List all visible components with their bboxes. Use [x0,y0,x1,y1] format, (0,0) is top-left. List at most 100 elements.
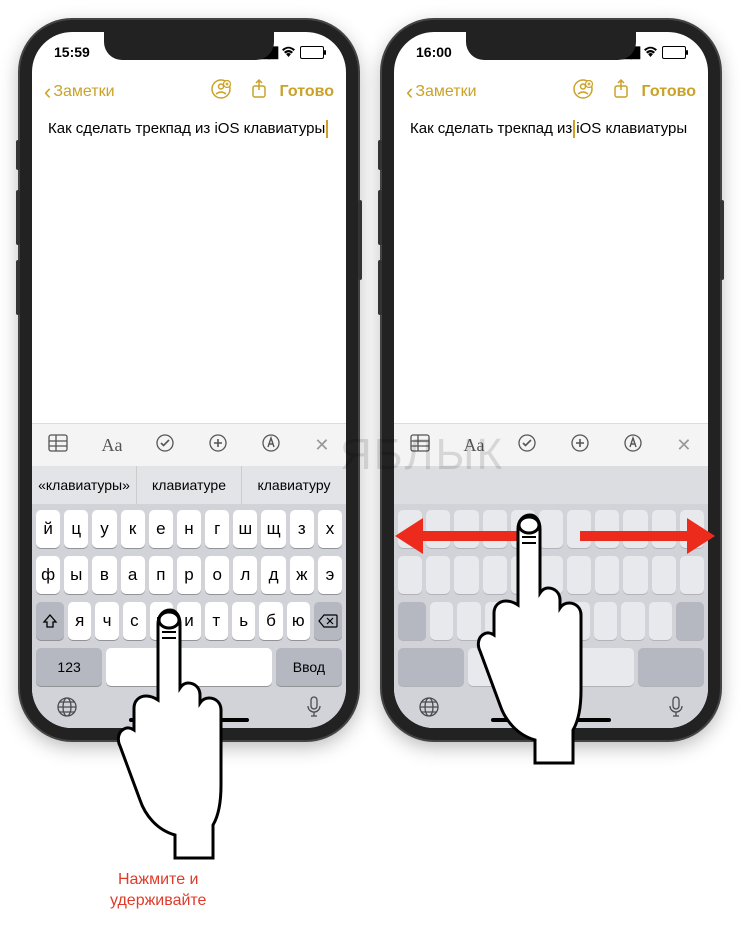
blank-key [426,556,450,594]
phone-right: 16:00 ▁▃▅▇ ‹ Заметки Готово Как сделать … [382,20,720,740]
close-icon[interactable]: ✕ [668,435,699,456]
key[interactable]: щ [261,510,285,548]
space-key[interactable] [106,648,272,686]
add-person-icon[interactable] [566,78,600,106]
key[interactable]: л [233,556,257,594]
chevron-left-icon: ‹ [406,81,413,103]
close-icon[interactable]: ✕ [306,435,337,456]
chevron-left-icon: ‹ [44,81,51,103]
key[interactable]: п [149,556,173,594]
share-icon[interactable] [244,78,274,106]
key[interactable]: д [261,556,285,594]
key[interactable]: э [318,556,342,594]
text-cursor [573,120,575,138]
key[interactable]: х [318,510,342,548]
blank-key [539,556,563,594]
phone-left: 15:59 ▁▃▅▇ ‹ Заметки Готово Как сделать … [20,20,358,740]
numeric-key[interactable]: 123 [36,648,102,686]
key[interactable]: з [290,510,314,548]
done-button[interactable]: Готово [642,83,696,101]
enter-key[interactable]: Ввод [276,648,342,686]
wifi-icon [643,44,658,60]
back-label: Заметки [53,83,114,101]
markup-icon[interactable] [253,433,289,458]
done-button[interactable]: Готово [280,83,334,101]
blank-key [539,602,562,640]
checklist-icon[interactable] [509,433,545,458]
markup-icon[interactable] [615,433,651,458]
key[interactable]: ф [36,556,60,594]
key[interactable]: й [36,510,60,548]
key[interactable]: к [121,510,145,548]
key[interactable]: и [177,602,200,640]
key[interactable]: г [205,510,229,548]
format-icon[interactable]: Aa [93,435,130,456]
key[interactable]: ц [64,510,88,548]
back-button[interactable]: ‹ Заметки [406,81,477,103]
add-icon[interactable] [200,433,236,458]
back-button[interactable]: ‹ Заметки [44,81,115,103]
key[interactable]: а [121,556,145,594]
share-icon[interactable] [606,78,636,106]
wifi-icon [281,44,296,60]
keyboard-toolbar: Aa ✕ [32,423,346,466]
home-indicator[interactable] [491,718,611,722]
key[interactable]: е [149,510,173,548]
checklist-icon[interactable] [147,433,183,458]
note-text-before: Как сделать трекпад из [410,120,572,137]
blank-key [398,648,464,686]
shift-key[interactable] [36,602,64,640]
mic-icon[interactable] [306,696,322,724]
suggestion-item[interactable]: клавиатуру [242,466,346,504]
key[interactable]: ь [232,602,255,640]
blank-key [468,648,634,686]
blank-key [680,556,704,594]
table-icon[interactable] [40,434,76,457]
key[interactable]: я [68,602,91,640]
key[interactable]: т [205,602,228,640]
blank-key [595,556,619,594]
delete-key[interactable] [314,602,342,640]
key[interactable]: н [177,510,201,548]
blank-key [457,602,480,640]
watermark: ЯБЛЫК [340,430,504,480]
suggestion-bar: «клавиатуры» клавиатуре клавиатуру [32,466,346,504]
key[interactable]: ж [290,556,314,594]
key[interactable]: р [177,556,201,594]
suggestion-item[interactable]: клавиатуре [137,466,242,504]
blank-key [454,556,478,594]
key[interactable]: ч [95,602,118,640]
nav-bar: ‹ Заметки Готово [32,72,346,112]
blank-key [485,602,508,640]
key[interactable]: ю [287,602,310,640]
key[interactable]: о [205,556,229,594]
blank-key [398,556,422,594]
blank-key [567,556,591,594]
globe-icon[interactable] [56,696,78,724]
text-cursor [326,120,328,138]
blank-key [594,602,617,640]
add-person-icon[interactable] [204,78,238,106]
note-body[interactable]: Как сделать трекпад из iOS клавиатуры [32,112,346,423]
home-indicator[interactable] [129,718,249,722]
key[interactable]: м [150,602,173,640]
mic-icon[interactable] [668,696,684,724]
key[interactable]: ш [233,510,257,548]
blank-key [483,556,507,594]
battery-icon [662,46,686,59]
note-text: Как сделать трекпад из iOS клавиатуры [48,120,325,137]
status-time: 16:00 [416,44,452,60]
add-icon[interactable] [562,433,598,458]
suggestion-item[interactable]: «клавиатуры» [32,466,137,504]
note-body[interactable]: Как сделать трекпад изiOS клавиатуры [394,112,708,423]
key[interactable]: у [92,510,116,548]
key[interactable]: в [92,556,116,594]
swipe-arrows [395,518,715,554]
key[interactable]: с [123,602,146,640]
blank-key [511,556,535,594]
blank-key [623,556,647,594]
key[interactable]: ы [64,556,88,594]
key[interactable]: б [259,602,282,640]
globe-icon[interactable] [418,696,440,724]
status-time: 15:59 [54,44,90,60]
